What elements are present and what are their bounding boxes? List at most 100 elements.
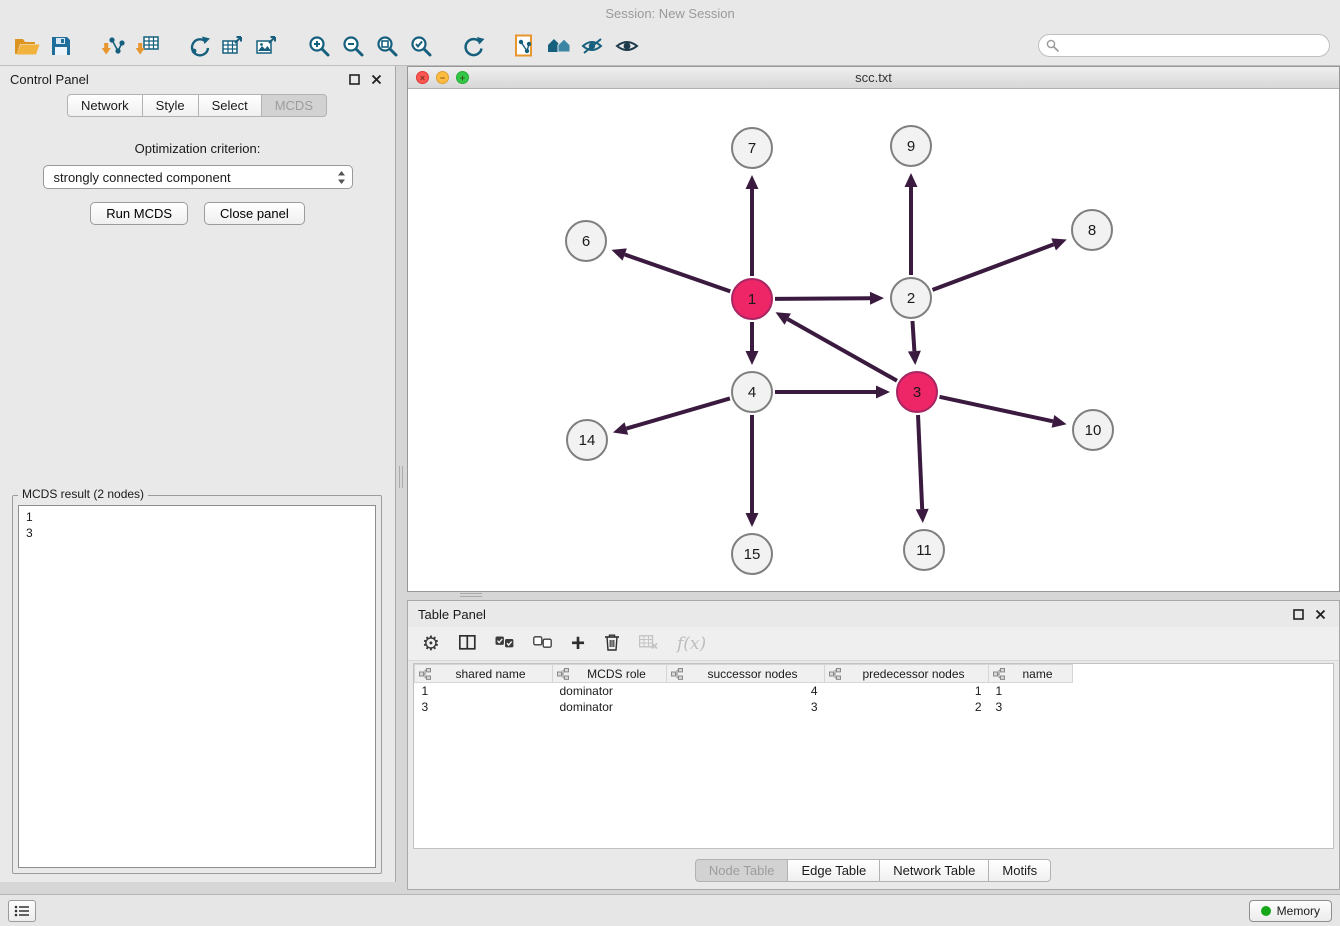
close-panel-button[interactable]: Close panel — [204, 202, 305, 225]
table-cell[interactable]: 4 — [667, 683, 825, 699]
network-node-1[interactable]: 1 — [732, 279, 772, 319]
table-cell[interactable]: 2 — [825, 699, 989, 715]
network-edge-2-8[interactable] — [933, 238, 1067, 290]
network-edge-2-9[interactable] — [905, 173, 918, 275]
network-edge-1-7[interactable] — [746, 175, 759, 276]
graphics-details-icon[interactable] — [576, 29, 610, 63]
export-table-icon[interactable] — [216, 29, 250, 63]
open-file-icon[interactable] — [10, 29, 44, 63]
mcds-result-line: 1 — [26, 509, 368, 525]
network-edge-4-14[interactable] — [613, 398, 730, 434]
network-edge-4-3[interactable] — [775, 386, 890, 399]
create-column-icon[interactable]: + — [571, 634, 585, 654]
float-table-panel-icon[interactable] — [1289, 605, 1307, 623]
mcds-result-list[interactable]: 13 — [18, 505, 376, 868]
new-network-icon[interactable] — [182, 29, 216, 63]
delete-table-icon — [639, 635, 658, 652]
network-edge-3-1[interactable] — [776, 312, 897, 380]
import-table-icon[interactable] — [130, 29, 164, 63]
close-window-icon[interactable]: × — [416, 71, 429, 84]
tab-edge-table[interactable]: Edge Table — [787, 859, 880, 882]
network-node-8[interactable]: 8 — [1072, 210, 1112, 250]
task-history-icon[interactable] — [8, 900, 36, 922]
tab-style[interactable]: Style — [142, 94, 199, 117]
tab-select[interactable]: Select — [198, 94, 262, 117]
network-edge-2-3[interactable] — [908, 321, 921, 365]
refresh-layout-icon[interactable] — [456, 29, 490, 63]
network-node-11[interactable]: 11 — [904, 530, 944, 570]
import-network-icon[interactable] — [96, 29, 130, 63]
column-header-mcds-role[interactable]: MCDS role — [553, 665, 667, 683]
search-input[interactable] — [1038, 34, 1330, 57]
table-row[interactable]: 1dominator411 — [415, 683, 1073, 699]
network-edge-1-4[interactable] — [746, 322, 759, 365]
splitter-handle[interactable] — [399, 466, 403, 488]
table-cell[interactable]: 3 — [989, 699, 1073, 715]
memory-button[interactable]: Memory — [1249, 900, 1332, 922]
table-cell[interactable]: 1 — [989, 683, 1073, 699]
maximize-window-icon[interactable]: + — [456, 71, 469, 84]
tab-mcds[interactable]: MCDS — [261, 94, 327, 117]
network-node-4[interactable]: 4 — [732, 372, 772, 412]
table-header-row: shared nameMCDS role successor nodes prede… — [415, 665, 1073, 683]
column-header-predecessor-nodes[interactable]: predecessor nodes — [825, 665, 989, 683]
control-panel-tabs: NetworkStyleSelectMCDS — [0, 94, 395, 117]
network-node-15[interactable]: 15 — [732, 534, 772, 574]
zoom-out-icon[interactable] — [336, 29, 370, 63]
table-row[interactable]: 3dominator323 — [415, 699, 1073, 715]
column-header-shared-name[interactable]: shared name — [415, 665, 553, 683]
delete-column-icon[interactable] — [604, 633, 620, 654]
zoom-selected-icon[interactable] — [404, 29, 438, 63]
column-header-name[interactable]: name — [989, 665, 1073, 683]
save-session-icon[interactable] — [44, 29, 78, 63]
table-cell[interactable]: 1 — [415, 683, 553, 699]
column-type-icon — [419, 668, 431, 680]
table-cell[interactable]: dominator — [553, 683, 667, 699]
houses-icon[interactable] — [542, 29, 576, 63]
optimization-select[interactable]: strongly connected component — [43, 165, 353, 189]
mcds-result-title: MCDS result (2 nodes) — [18, 487, 148, 501]
table-cell[interactable]: 3 — [667, 699, 825, 715]
table-cell[interactable]: 1 — [825, 683, 989, 699]
tab-node-table[interactable]: Node Table — [695, 859, 789, 882]
table-cell[interactable]: 3 — [415, 699, 553, 715]
network-canvas[interactable]: 7 9 6 8 1 2 4 3 14 10 15 11 — [408, 89, 1339, 591]
select-all-columns-icon[interactable] — [495, 636, 514, 651]
tab-network[interactable]: Network — [67, 94, 143, 117]
network-edge-3-10[interactable] — [939, 397, 1066, 428]
run-mcds-button[interactable]: Run MCDS — [90, 202, 188, 225]
network-node-3[interactable]: 3 — [897, 372, 937, 412]
minimize-window-icon[interactable]: − — [436, 71, 449, 84]
float-panel-icon[interactable] — [345, 70, 363, 88]
network-window-titlebar[interactable]: × − + scc.txt — [408, 67, 1339, 89]
network-node-10[interactable]: 10 — [1073, 410, 1113, 450]
network-file-icon[interactable] — [508, 29, 542, 63]
network-edge-3-11[interactable] — [916, 415, 929, 523]
window-title: Session: New Session — [605, 6, 734, 21]
network-node-6[interactable]: 6 — [566, 221, 606, 261]
network-edge-4-15[interactable] — [746, 415, 759, 527]
zoom-in-icon[interactable] — [302, 29, 336, 63]
unselect-all-columns-icon[interactable] — [533, 636, 552, 651]
table-settings-icon[interactable]: ⚙ — [422, 634, 440, 654]
tab-network-table[interactable]: Network Table — [879, 859, 989, 882]
close-table-panel-icon[interactable] — [1311, 605, 1329, 623]
network-node-9[interactable]: 9 — [891, 126, 931, 166]
control-panel-header: Control Panel — [0, 66, 395, 92]
zoom-fit-icon[interactable] — [370, 29, 404, 63]
export-image-icon[interactable] — [250, 29, 284, 63]
vertical-splitter[interactable] — [396, 66, 407, 894]
network-node-2[interactable]: 2 — [891, 278, 931, 318]
show-columns-icon[interactable] — [459, 635, 476, 653]
network-edge-1-6[interactable] — [611, 248, 730, 291]
network-node-14[interactable]: 14 — [567, 420, 607, 460]
column-header-label: successor nodes — [707, 667, 797, 681]
column-header-successor-nodes[interactable]: successor nodes — [667, 665, 825, 683]
close-panel-icon[interactable] — [367, 70, 385, 88]
network-node-7[interactable]: 7 — [732, 128, 772, 168]
network-edge-1-2[interactable] — [775, 292, 884, 305]
tab-motifs[interactable]: Motifs — [988, 859, 1051, 882]
table-cell[interactable]: dominator — [553, 699, 667, 715]
main-toolbar — [0, 26, 1340, 66]
eye-icon[interactable] — [610, 29, 644, 63]
